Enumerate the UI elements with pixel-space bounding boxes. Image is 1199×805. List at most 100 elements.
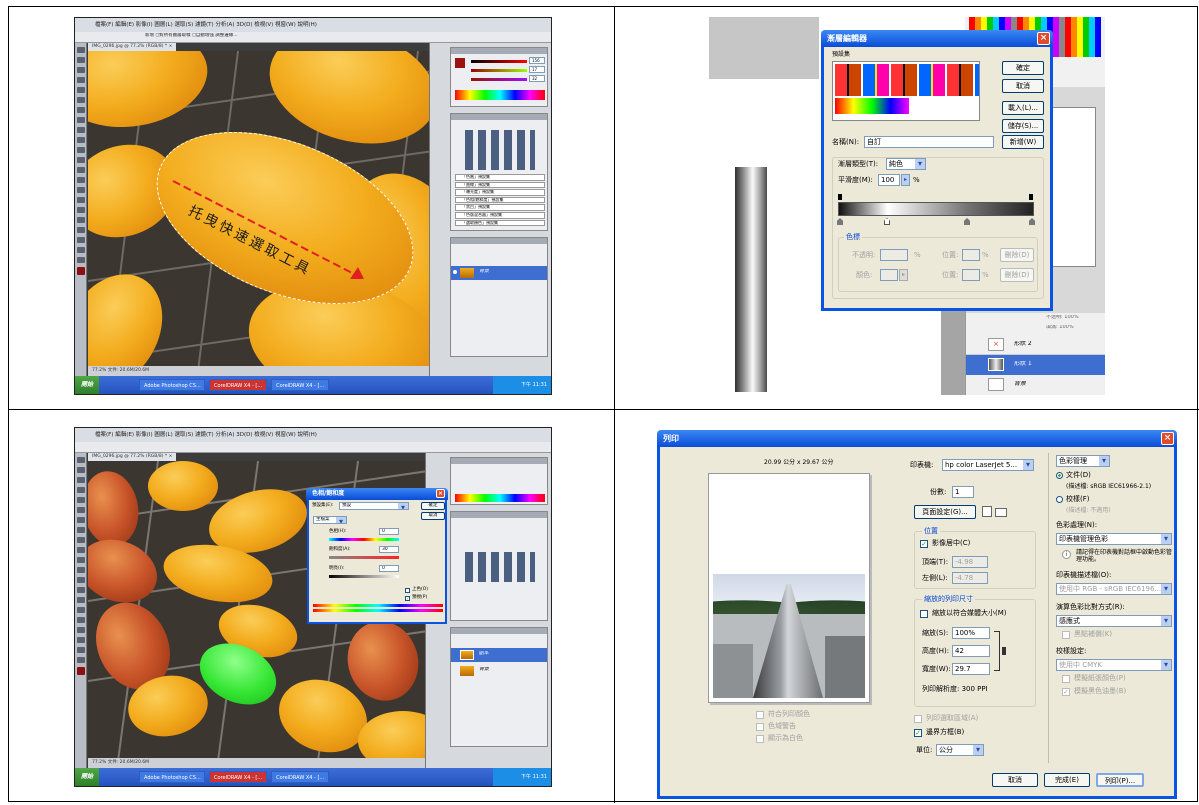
ok-button[interactable]: 確定	[421, 502, 445, 510]
scale-to-fit-checkbox[interactable]	[920, 610, 928, 618]
color-panel[interactable]	[450, 457, 548, 505]
color-ramp[interactable]	[455, 90, 545, 100]
document-tab[interactable]: IMG_0296.jpg @ 77.2% (RGB/8) * ×	[88, 43, 177, 51]
presets-grid[interactable]	[832, 61, 980, 121]
taskbar-item[interactable]: Adobe Photoshop CS...	[139, 379, 206, 391]
layer-row-background[interactable]: 背景	[966, 375, 1105, 395]
saturation-field[interactable]: 30	[379, 546, 399, 553]
delete-color-stop-button[interactable]: 刪除(D)	[1000, 268, 1034, 282]
cancel-button[interactable]: 取消	[421, 512, 445, 520]
load-button[interactable]: 載入(L)...	[1002, 101, 1044, 115]
preset-select[interactable]: 預設	[339, 502, 409, 510]
print-selection-checkbox[interactable]	[914, 715, 922, 723]
close-icon[interactable]: ×	[436, 489, 445, 498]
color-r-field[interactable]: 156	[529, 57, 545, 64]
print-button[interactable]: 列印(P)...	[1096, 773, 1144, 787]
layer-row-shape1[interactable]: 形狀 1	[966, 355, 1105, 375]
opacity-stop-icon[interactable]	[838, 194, 842, 200]
document-tab[interactable]: IMG_0296.jpg @ 77.2% (RGB/8) * ×	[88, 453, 177, 461]
opacity-stop-icon[interactable]	[1029, 194, 1033, 200]
ok-button[interactable]: 確定	[1002, 61, 1044, 75]
preset-item[interactable]: 「曲線」預設集	[455, 181, 545, 189]
type-select[interactable]: 純色	[886, 158, 926, 170]
portrait-icon[interactable]	[982, 506, 992, 517]
top-field[interactable]: -4.98	[952, 556, 988, 568]
printer-profile-select[interactable]: 使用中 RGB - sRGB IEC6196...	[1056, 583, 1172, 595]
cancel-button[interactable]: 取消	[992, 773, 1038, 787]
height-field[interactable]: 42	[952, 645, 990, 657]
opacity-field[interactable]	[880, 249, 908, 261]
taskbar-item[interactable]: CorelDRAW X4 - [...	[209, 771, 268, 783]
menu-bar[interactable]: 檔案(F) 編輯(E) 影像(I) 圖層(L) 選取(S) 濾鏡(T) 分析(A…	[75, 428, 551, 442]
close-icon[interactable]: ×	[1161, 432, 1174, 445]
match-colors-checkbox[interactable]	[756, 711, 764, 719]
opacity-location-field[interactable]	[962, 249, 980, 261]
show-white-checkbox[interactable]	[756, 735, 764, 743]
link-icon[interactable]	[1002, 647, 1006, 655]
printer-select[interactable]: hp color LaserJet 5...	[942, 459, 1034, 471]
tools-panel[interactable]	[75, 453, 87, 768]
lightness-field[interactable]: 0	[379, 565, 399, 572]
proof-setup-select[interactable]: 使用中 CMYK	[1056, 659, 1172, 671]
cancel-button[interactable]: 取消	[1002, 79, 1044, 93]
color-location-field[interactable]	[962, 269, 980, 281]
adjustment-icons[interactable]	[465, 130, 535, 170]
layer-row-background[interactable]: 背景	[451, 266, 547, 280]
color-b-field[interactable]: 32	[529, 75, 545, 82]
lightness-slider[interactable]	[329, 575, 399, 578]
bpc-checkbox[interactable]	[1062, 631, 1070, 639]
taskbar-item[interactable]: Adobe Photoshop CS...	[139, 771, 206, 783]
color-swatch-field[interactable]	[880, 269, 898, 281]
proof-radio[interactable]	[1056, 496, 1063, 503]
document-radio[interactable]	[1056, 472, 1063, 479]
color-management-select[interactable]: 色彩管理	[1056, 455, 1110, 467]
save-button[interactable]: 儲存(S)...	[1002, 119, 1044, 133]
simulate-black-checkbox[interactable]: ✓	[1062, 688, 1070, 696]
simulate-paper-checkbox[interactable]	[1062, 675, 1070, 683]
start-button[interactable]: 開始	[75, 768, 100, 786]
smoothness-field[interactable]: 100	[878, 174, 900, 186]
taskbar-item[interactable]: CorelDRAW X4 - [...	[271, 771, 330, 783]
hue-field[interactable]: 0	[379, 528, 399, 535]
layer-row-shape2[interactable]: × 形狀 2	[966, 335, 1105, 355]
layer-row-background[interactable]: 背景	[451, 664, 547, 678]
units-select[interactable]: 公分	[936, 744, 984, 756]
new-button[interactable]: 新增(W)	[1002, 135, 1044, 149]
preset-item[interactable]: 「黑白」預設集	[455, 204, 545, 211]
width-field[interactable]: 29.7	[952, 663, 990, 675]
saturation-slider[interactable]	[329, 556, 399, 559]
color-panel[interactable]: 156 17 32	[450, 47, 548, 107]
colorize-checkbox[interactable]	[405, 588, 410, 593]
color-handling-select[interactable]: 印表機管理色彩	[1056, 533, 1172, 545]
bounding-box-checkbox[interactable]: ✓	[914, 729, 922, 737]
color-g-field[interactable]: 17	[529, 66, 545, 73]
close-icon[interactable]: ×	[1037, 32, 1050, 45]
preset-item[interactable]: 「曝光度」預設集	[455, 189, 545, 196]
copies-field[interactable]: 1	[952, 486, 974, 498]
gamut-warning-checkbox[interactable]	[756, 723, 764, 731]
rendering-intent-select[interactable]: 感應式	[1056, 615, 1172, 627]
menu-bar[interactable]: 檔案(F) 編輯(E) 影像(I) 圖層(L) 選取(S) 濾鏡(T) 分析(A…	[75, 18, 551, 32]
preset-item[interactable]: 「色版混合器」預設集	[455, 211, 545, 219]
foreground-swatch[interactable]	[455, 58, 465, 68]
page-setup-button[interactable]: 頁面設定(G)...	[914, 505, 976, 519]
preview-checkbox[interactable]: ✓	[405, 596, 410, 601]
smoothness-arrow-icon[interactable]: ▸	[901, 174, 910, 186]
done-button[interactable]: 完成(E)	[1044, 773, 1090, 787]
image-canvas[interactable]: 托曳快速選取工具	[88, 51, 429, 366]
name-field[interactable]: 自訂	[864, 136, 994, 148]
layer-row-copy[interactable]: 副本	[451, 648, 547, 662]
color-menu-arrow-icon[interactable]: ▸	[899, 269, 908, 281]
tools-panel[interactable]	[75, 43, 87, 376]
eye-icon[interactable]	[453, 270, 457, 274]
channel-select[interactable]: 主檔案	[313, 516, 347, 524]
taskbar-item[interactable]: CorelDRAW X4 - [...	[209, 379, 268, 391]
options-bar-text[interactable]: 新增 ◻對所有圖層取樣 ◻自動增強 調整邊緣...	[145, 33, 238, 38]
center-image-checkbox[interactable]: ✓	[920, 540, 928, 548]
left-field[interactable]: -4.78	[952, 572, 988, 584]
preset-item[interactable]: 「選取顏色」預設集	[455, 219, 545, 227]
gradient-bar[interactable]	[838, 202, 1034, 216]
landscape-icon[interactable]	[995, 508, 1007, 517]
delete-opacity-stop-button[interactable]: 刪除(D)	[1000, 248, 1034, 262]
preset-item[interactable]: 「色相/飽和度」預設集	[455, 196, 545, 204]
